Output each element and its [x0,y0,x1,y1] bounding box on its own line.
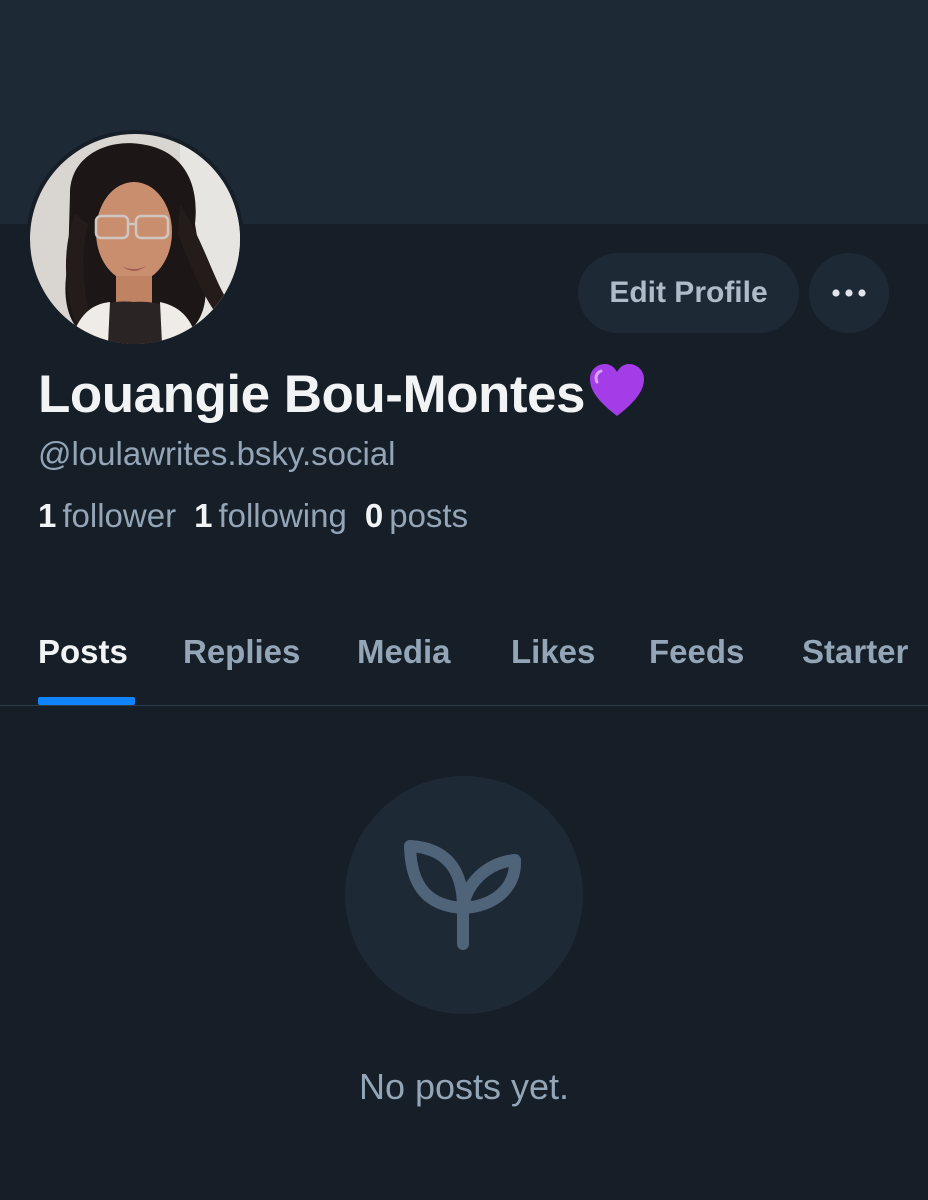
followers-count: 1 [38,497,57,534]
following-count: 1 [194,497,213,534]
purple-heart-icon [587,362,647,434]
empty-state-message: No posts yet. [358,1066,570,1107]
edit-profile-button[interactable]: Edit Profile [578,253,799,333]
followers-stat[interactable]: 1 follower [38,494,176,538]
tab-media[interactable]: Media [357,630,451,674]
posts-count: 0 [364,497,384,534]
profile-display-name: Louangie Bou-Montes [38,362,647,434]
profile-tabs: Posts Replies Media Likes Feeds Starter [0,600,928,706]
tab-likes[interactable]: Likes [511,630,595,674]
display-name-text: Louangie Bou-Montes [38,365,585,424]
following-label: following [218,497,347,534]
posts-stat: 0 posts [365,494,468,538]
followers-label: follower [62,497,177,534]
tab-replies[interactable]: Replies [183,630,300,674]
active-tab-indicator [38,697,135,705]
tab-feeds[interactable]: Feeds [649,630,744,674]
posts-label: posts [389,497,469,534]
profile-handle: @loulawrites.bsky.social [38,435,396,472]
ellipsis-icon [832,289,866,297]
tab-posts[interactable]: Posts [38,630,128,674]
empty-state-illustration [345,776,583,1014]
tab-starter-packs[interactable]: Starter [802,630,908,674]
following-stat[interactable]: 1 following [194,494,347,538]
profile-avatar[interactable] [26,130,244,348]
avatar-photo [30,134,240,344]
sprout-icon [404,840,521,950]
profile-stats: 1 follower 1 following 0 posts [38,494,486,538]
more-options-button[interactable] [809,253,889,333]
